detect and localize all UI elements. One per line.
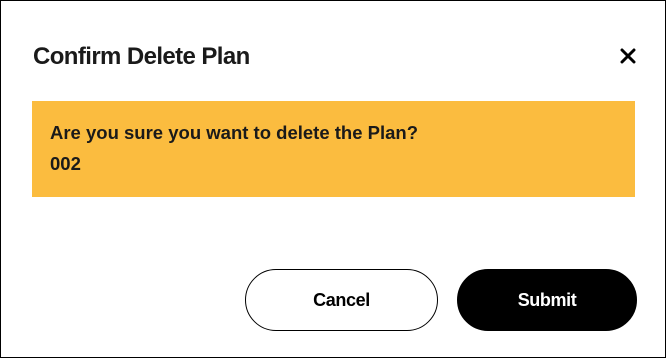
warning-banner: Are you sure you want to delete the Plan… [32,101,635,197]
close-icon [620,48,636,64]
warning-message: Are you sure you want to delete the Plan… [50,122,419,143]
confirm-delete-dialog: Confirm Delete Plan Are you sure you wan… [0,0,666,358]
dialog-title: Confirm Delete Plan [33,43,250,70]
submit-button[interactable]: Submit [457,269,637,331]
cancel-button[interactable]: Cancel [245,269,438,331]
plan-id: 002 [50,153,81,174]
close-button[interactable] [613,41,643,71]
